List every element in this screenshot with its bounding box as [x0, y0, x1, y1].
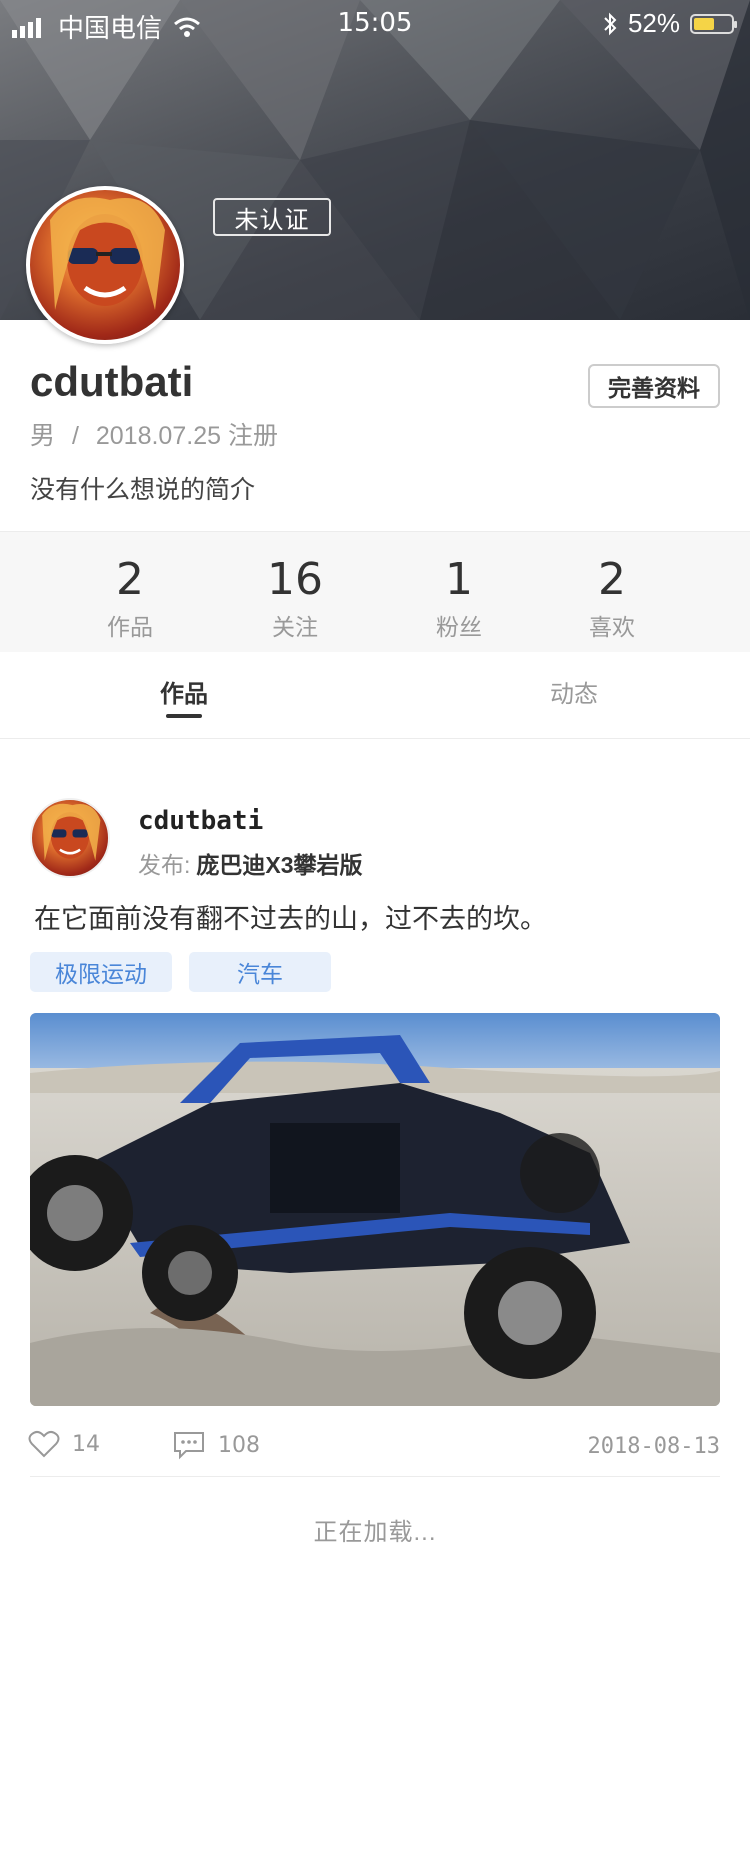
- battery-icon: [690, 13, 737, 34]
- post-video-thumbnail[interactable]: [30, 1013, 720, 1406]
- like-action[interactable]: 14: [28, 1430, 100, 1458]
- like-count: 14: [72, 1431, 100, 1457]
- chat-bubble-icon: [174, 1432, 204, 1460]
- meta-separator: /: [71, 422, 79, 450]
- comment-count: 108: [218, 1432, 260, 1458]
- tab-works[interactable]: 作品: [84, 674, 284, 709]
- post-date: 2018-08-13: [587, 1434, 720, 1459]
- stat-followers[interactable]: 1 粉丝: [379, 532, 539, 642]
- stat-works[interactable]: 2 作品: [50, 532, 210, 642]
- stat-following-value: 16: [267, 554, 323, 605]
- comment-action[interactable]: 108: [172, 1430, 260, 1460]
- stat-following-label: 关注: [272, 614, 318, 640]
- profile-username: cdutbati: [30, 358, 194, 405]
- buggy-image: [30, 1013, 720, 1406]
- stat-likes-label: 喜欢: [589, 614, 635, 640]
- post-author-name[interactable]: cdutbati: [138, 806, 263, 836]
- avatar-image: [50, 197, 165, 310]
- stat-works-label: 作品: [107, 614, 153, 640]
- stat-followers-value: 1: [445, 554, 473, 605]
- stat-following[interactable]: 16 关注: [215, 532, 375, 642]
- tag-cars[interactable]: 汽车: [189, 952, 331, 992]
- loading-indicator: 正在加载...: [313, 1519, 437, 1546]
- stat-followers-label: 粉丝: [436, 614, 482, 640]
- post-text: 在它面前没有翻不过去的山，过不去的坎。: [34, 904, 547, 934]
- heart-outline-icon: [28, 1430, 60, 1458]
- profile-avatar[interactable]: [26, 186, 184, 344]
- bluetooth-icon: [604, 12, 617, 35]
- publish-title[interactable]: 庞巴迪X3攀岩版: [196, 852, 362, 878]
- post-author-avatar[interactable]: [30, 798, 110, 878]
- profile-bio: 没有什么想说的简介: [30, 476, 256, 504]
- gender-label: 男: [30, 422, 56, 450]
- battery-percent: 52%: [627, 8, 680, 38]
- profile-meta: 男 / 2018.07.25 注册: [30, 416, 278, 452]
- tag-extreme-sports[interactable]: 极限运动: [30, 952, 172, 992]
- stat-likes[interactable]: 2 喜欢: [532, 532, 692, 642]
- tab-active-indicator: [166, 714, 202, 718]
- content-tabs: 作品 动态: [0, 652, 750, 739]
- post-actions: 14 108 2018-08-13: [0, 1420, 750, 1480]
- register-date: 2018.07.25 注册: [95, 422, 278, 450]
- tab-activity[interactable]: 动态: [474, 674, 674, 709]
- publish-label: 发布:: [138, 852, 191, 878]
- stat-works-value: 2: [116, 554, 144, 605]
- status-bar: 中国电信 15:05 52%: [0, 0, 750, 48]
- stats-bar: 2 作品 16 关注 1 粉丝 2 喜欢: [0, 531, 750, 653]
- post-avatar-image: [42, 803, 101, 861]
- post-divider: [30, 1476, 720, 1477]
- edit-profile-button[interactable]: 完善资料: [588, 364, 720, 408]
- verification-badge[interactable]: 未认证: [213, 198, 331, 236]
- post-publish-info: 发布: 庞巴迪X3攀岩版: [138, 846, 363, 880]
- stat-likes-value: 2: [598, 554, 626, 605]
